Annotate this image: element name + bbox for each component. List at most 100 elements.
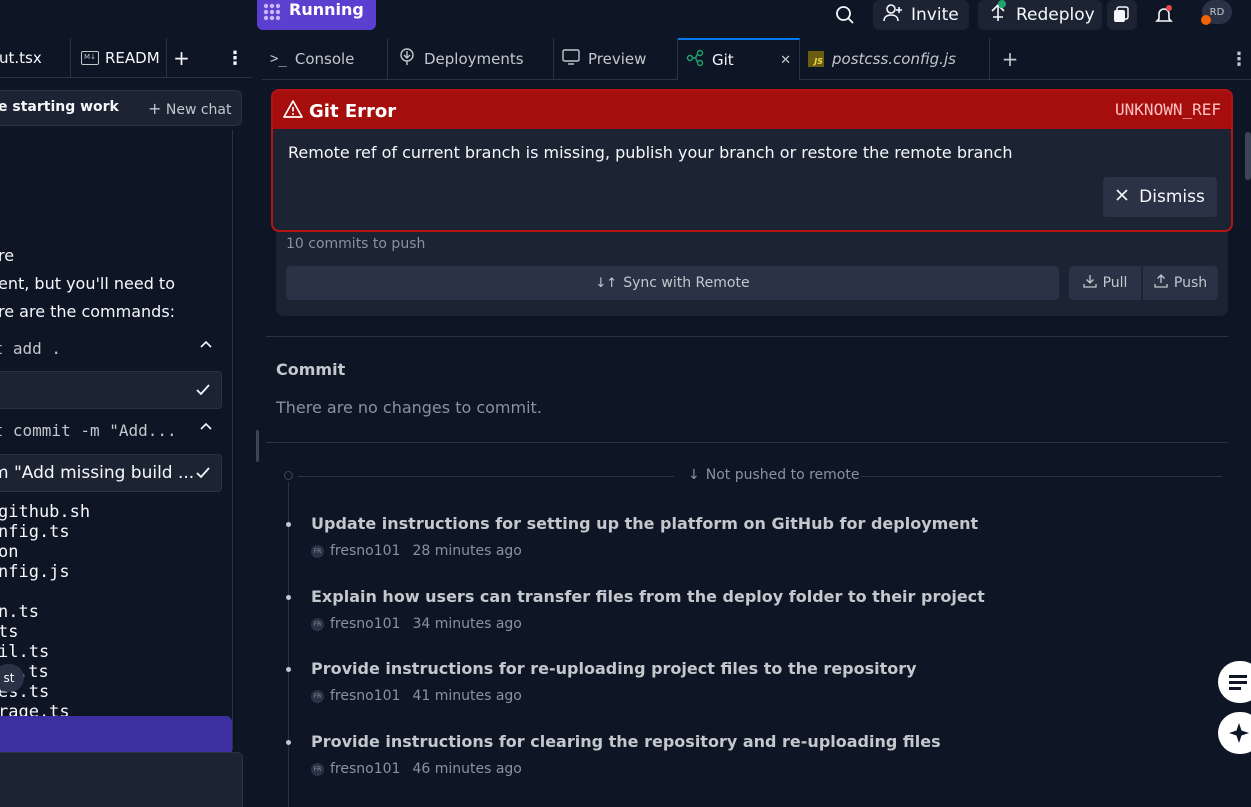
avatar-badge — [1201, 15, 1211, 25]
commit-list-item[interactable]: Provide instructions for clearing the re… — [282, 732, 1182, 788]
tab-label: Git — [712, 51, 734, 69]
tab-deployments[interactable]: Deployments — [388, 38, 554, 80]
more-options-icon[interactable]: ⋮ — [226, 38, 244, 78]
avatar: FR — [311, 617, 324, 631]
file-list-item: nfig.ts — [0, 522, 70, 542]
commit-empty-text: There are no changes to commit. — [276, 398, 542, 417]
divider — [266, 336, 1228, 337]
commit-message: Update instructions for setting up the p… — [311, 514, 979, 533]
redeploy-label: Redeploy — [1016, 5, 1095, 25]
error-title: Git Error — [283, 100, 396, 123]
add-user-icon — [883, 3, 903, 27]
pane-scrollbar[interactable] — [1245, 132, 1251, 180]
left-tab-bar: ut.tsx M↓ READM + ⋮ — [0, 38, 252, 78]
tab-layout-tsx[interactable]: ut.tsx — [0, 38, 71, 78]
divider — [860, 476, 1222, 477]
commit-author: fresno101 — [330, 616, 401, 632]
file-list-item: ts — [0, 622, 19, 642]
command-block-header[interactable]: it commit -m "Add... — [0, 413, 222, 449]
chevron-up-icon[interactable] — [198, 419, 214, 439]
tab-label: Preview — [588, 50, 647, 68]
command-status-row: m "Add missing build ... — [0, 454, 222, 492]
commit-bullet — [286, 667, 291, 672]
panel-resize-handle[interactable] — [256, 430, 259, 462]
commit-time: 28 minutes ago — [412, 543, 522, 559]
pull-label: Pull — [1102, 275, 1128, 291]
push-button[interactable]: Push — [1143, 266, 1218, 300]
error-header — [273, 91, 1231, 129]
commit-list-item[interactable]: Explain how users can transfer files fro… — [282, 587, 1182, 643]
tab-git[interactable]: Git ✕ — [678, 38, 800, 80]
chat-title: e starting work — [0, 99, 119, 115]
upload-icon — [1154, 274, 1168, 292]
arrow-down-icon: ↓ — [688, 467, 700, 483]
commit-section-title: Commit — [276, 360, 346, 379]
error-title-text: Git Error — [309, 101, 397, 122]
run-status-button[interactable]: Running — [287, 0, 376, 30]
invite-label: Invite — [911, 5, 959, 25]
replit-logo-icon[interactable] — [257, 0, 287, 30]
dismiss-button[interactable]: Dismiss — [1103, 177, 1217, 217]
bell-icon[interactable] — [1154, 0, 1174, 30]
tab-readme[interactable]: M↓ READM — [81, 38, 163, 78]
search-icon[interactable] — [835, 0, 855, 30]
git-error-banner: Git Error UNKNOWN_REF Remote ref of curr… — [271, 89, 1233, 232]
avatar: FR — [311, 544, 324, 558]
dismiss-label: Dismiss — [1139, 187, 1205, 207]
new-tab-plus-icon[interactable]: + — [166, 38, 196, 78]
commit-time: 41 minutes ago — [412, 688, 522, 704]
not-pushed-label: ↓ Not pushed to remote — [684, 467, 864, 483]
not-pushed-text: Not pushed to remote — [705, 467, 860, 483]
command-status-text: m "Add missing build ... — [0, 463, 195, 483]
command-block-header[interactable]: it add . — [0, 331, 222, 367]
push-label: Push — [1173, 275, 1208, 291]
commit-message: Provide instructions for re-uploading pr… — [311, 659, 917, 678]
tab-label: Console — [294, 50, 355, 68]
commit-meta: FR fresno101 41 minutes ago — [311, 688, 522, 704]
monitor-icon — [562, 49, 580, 69]
new-chat-button[interactable]: + New chat — [148, 99, 231, 118]
avatar: FR — [311, 762, 324, 776]
check-icon — [194, 381, 212, 403]
commit-bullet — [286, 595, 291, 600]
error-code: UNKNOWN_REF — [1115, 100, 1221, 119]
multiplayer-icon[interactable] — [1107, 0, 1137, 30]
command-text: it add . — [0, 339, 62, 358]
download-icon — [1082, 274, 1097, 292]
assistant-text-line: ent, but you'll need to — [0, 274, 175, 293]
redeploy-button[interactable]: Redeploy — [978, 0, 1102, 30]
commit-list-item[interactable]: Update instructions for setting up the p… — [282, 514, 1182, 570]
tab-postcss-config[interactable]: JS postcss.config.js — [800, 38, 990, 80]
commit-meta: FR fresno101 34 minutes ago — [311, 616, 522, 632]
chat-input[interactable] — [0, 752, 243, 807]
commit-time: 34 minutes ago — [412, 616, 522, 632]
tab-console[interactable]: >_ Console — [262, 38, 388, 80]
commit-list-item[interactable]: Provide instructions for re-uploading pr… — [282, 659, 1182, 715]
commit-bullet — [286, 522, 291, 527]
file-list-item: n.ts — [0, 602, 39, 622]
file-list-item: github.sh — [0, 502, 91, 522]
tab-label: ut.tsx — [0, 49, 42, 67]
chevron-up-icon[interactable] — [198, 337, 214, 357]
terminal-icon: >_ — [270, 51, 287, 67]
commit-message: Provide instructions for clearing the re… — [311, 732, 941, 751]
markdown-icon: M↓ — [81, 51, 99, 65]
top-bar: Running Invite Redeploy RD — [0, 0, 1251, 38]
file-list-item — [0, 582, 90, 602]
warning-icon — [283, 100, 303, 123]
command-text: it commit -m "Add... — [0, 421, 177, 440]
invite-button[interactable]: Invite — [873, 0, 969, 30]
pull-button[interactable]: Pull — [1069, 266, 1141, 300]
chat-action-bar[interactable] — [0, 716, 232, 756]
tab-preview[interactable]: Preview — [554, 38, 678, 80]
file-list-item: nfig.js — [0, 562, 70, 582]
sync-with-remote-button[interactable]: ↓↑ Sync with Remote — [286, 266, 1059, 300]
divider — [266, 442, 1228, 443]
close-icon[interactable]: ✕ — [780, 53, 791, 68]
new-tab-plus-icon[interactable]: + — [990, 38, 1030, 80]
more-options-icon[interactable]: ⋮ — [1230, 38, 1250, 80]
tab-label: READM — [105, 49, 160, 67]
chat-header: e starting work + New chat — [0, 90, 242, 126]
left-scroll-track[interactable] — [232, 130, 233, 750]
divider — [298, 476, 674, 477]
